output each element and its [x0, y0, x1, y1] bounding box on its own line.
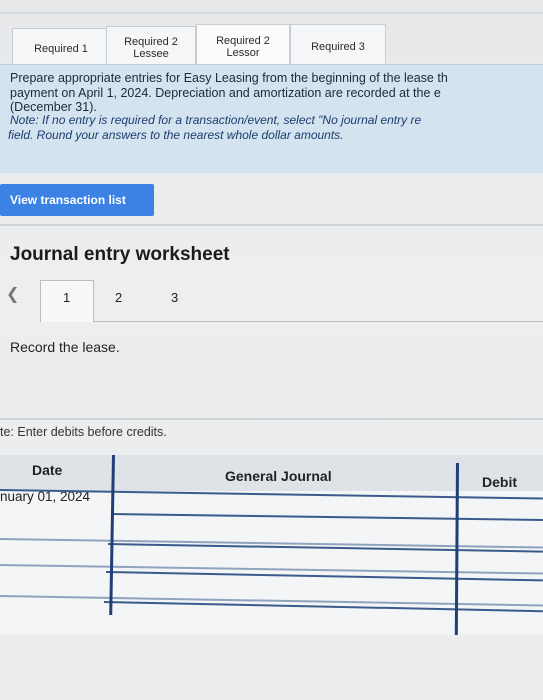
instructions-line-1: Prepare appropriate entries for Easy Lea…	[10, 71, 448, 85]
page-number-1: 1	[63, 290, 71, 305]
chevron-left-icon[interactable]: ❮	[6, 284, 19, 304]
section-divider	[0, 224, 543, 226]
column-header-debit: Debit	[482, 474, 517, 490]
tab-label: Required 3	[311, 41, 365, 53]
column-header-general-journal: General Journal	[225, 468, 332, 484]
row-divider	[111, 513, 543, 522]
entry-note: te: Enter debits before credits.	[0, 425, 167, 439]
worksheet-instruction: Record the lease.	[10, 339, 120, 355]
section-divider	[0, 418, 543, 420]
page-tab-2[interactable]: 2	[115, 290, 122, 305]
instructions-line-2: payment on April 1, 2024. Depreciation a…	[10, 85, 441, 100]
page-tab-3[interactable]: 3	[171, 290, 178, 305]
worksheet-title: Journal entry worksheet	[10, 244, 230, 265]
tab-required-1[interactable]: Required 1	[12, 28, 110, 69]
instructions-note-line-2: field. Round your answers to the nearest…	[8, 127, 344, 142]
tab-required-2-lessor[interactable]: Required 2 Lessor	[196, 24, 290, 69]
page: Required 1 Required 2 Lessee Required 2 …	[0, 0, 543, 700]
tab-label: Required 1	[34, 43, 88, 55]
pager-baseline	[94, 321, 543, 322]
tab-required-2-lessee[interactable]: Required 2 Lessee	[106, 26, 196, 69]
requirement-tabs: Required 1 Required 2 Lessee Required 2 …	[0, 12, 543, 69]
view-transaction-list-label: View transaction list	[10, 193, 126, 207]
tab-required-3[interactable]: Required 3	[290, 24, 386, 69]
tab-label: Required 2 Lessor	[216, 35, 270, 59]
journal-table: Date General Journal Debit nuary 01, 202…	[0, 454, 543, 636]
instructions-panel: Prepare appropriate entries for Easy Lea…	[0, 64, 543, 173]
instructions-text: Prepare appropriate entries for Easy Lea…	[10, 71, 543, 115]
tab-label: Required 2 Lessee	[124, 36, 178, 60]
row-divider	[0, 564, 543, 575]
instructions-note: Note: If no entry is required for a tran…	[8, 113, 543, 142]
instructions-note-line-1: Note: If no entry is required for a tran…	[10, 113, 422, 127]
view-transaction-list-button[interactable]: View transaction list	[0, 184, 154, 216]
column-header-date: Date	[32, 462, 63, 478]
